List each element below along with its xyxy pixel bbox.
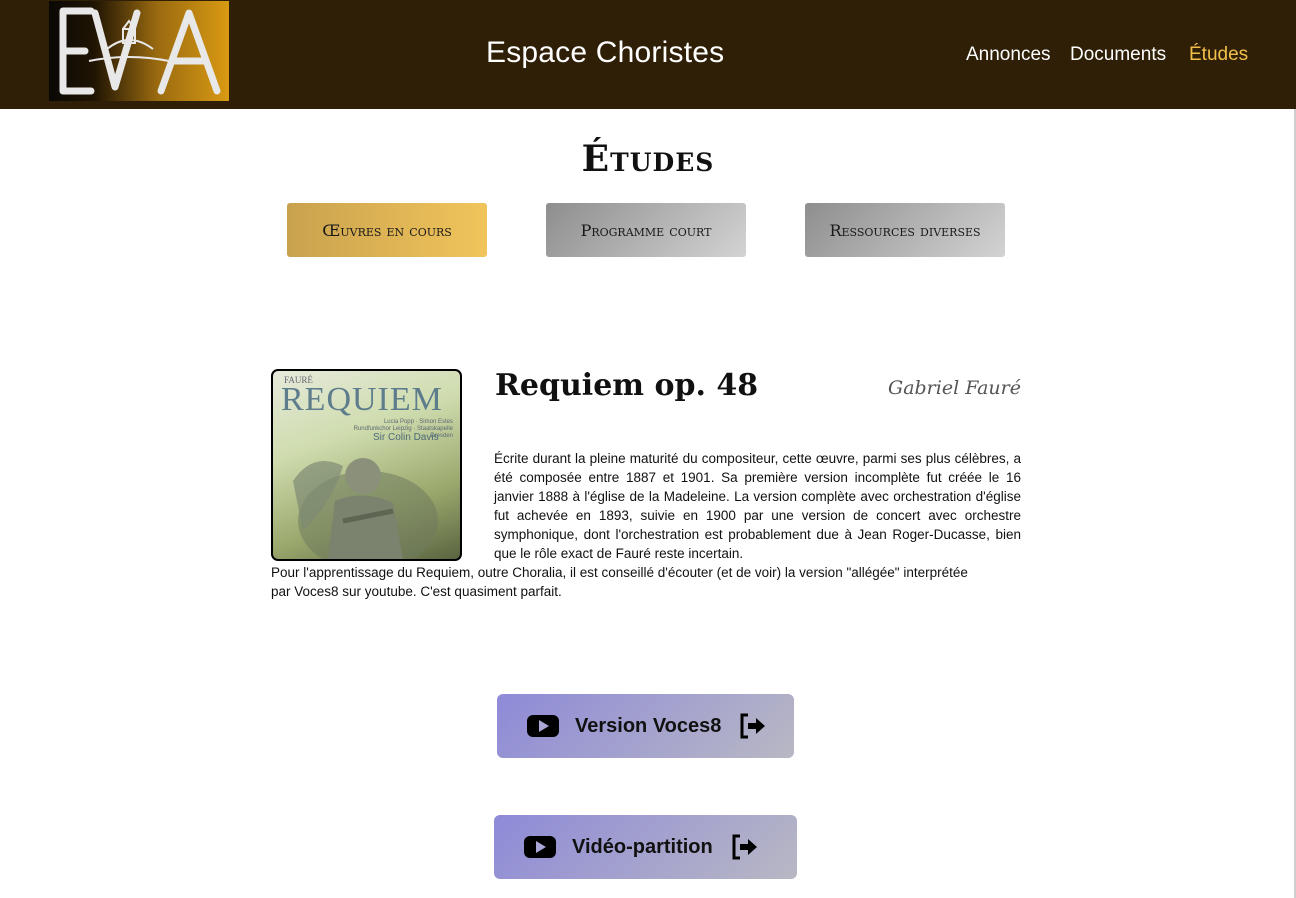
version-voces8-label: Version Voces8 bbox=[575, 714, 722, 737]
external-link-icon bbox=[740, 713, 766, 739]
youtube-icon bbox=[524, 836, 556, 858]
nav-item-documents[interactable]: Documents bbox=[1070, 44, 1166, 66]
video-partition-label: Vidéo-partition bbox=[572, 835, 713, 858]
page-title: Études bbox=[581, 138, 715, 180]
external-link-icon bbox=[732, 834, 757, 860]
cover-credits-line1: Lucia Popp · Simon Estes bbox=[383, 419, 453, 425]
main-nav: Annonces Documents Études bbox=[0, 44, 1296, 68]
tab-programme-court[interactable]: Programme court bbox=[546, 203, 746, 257]
youtube-icon bbox=[527, 715, 559, 737]
nav-item-annonces[interactable]: Annonces bbox=[966, 44, 1051, 66]
version-voces8-button[interactable]: Version Voces8 bbox=[497, 694, 794, 758]
header-bar: Espace Choristes Annonces Documents Étud… bbox=[0, 0, 1296, 109]
tab-ressources-diverses[interactable]: Ressources diverses bbox=[805, 203, 1005, 257]
nav-item-etudes[interactable]: Études bbox=[1189, 44, 1248, 66]
work-note: Pour l'apprentissage du Requiem, outre C… bbox=[271, 565, 968, 599]
work-composer: Gabriel Fauré bbox=[888, 377, 1021, 399]
work-description: Écrite durant la pleine maturité du comp… bbox=[494, 451, 1021, 561]
cover-title: REQUIEM bbox=[281, 381, 443, 418]
video-partition-button[interactable]: Vidéo-partition bbox=[494, 815, 797, 879]
album-cover: FAURÉ REQUIEM Lucia Popp · Simon Estes R… bbox=[271, 369, 462, 561]
tab-oeuvres-en-cours[interactable]: Œuvres en cours bbox=[287, 203, 487, 257]
work-title: Requiem op. 48 bbox=[495, 368, 759, 403]
cover-conductor: Sir Colin Davis bbox=[373, 432, 439, 443]
